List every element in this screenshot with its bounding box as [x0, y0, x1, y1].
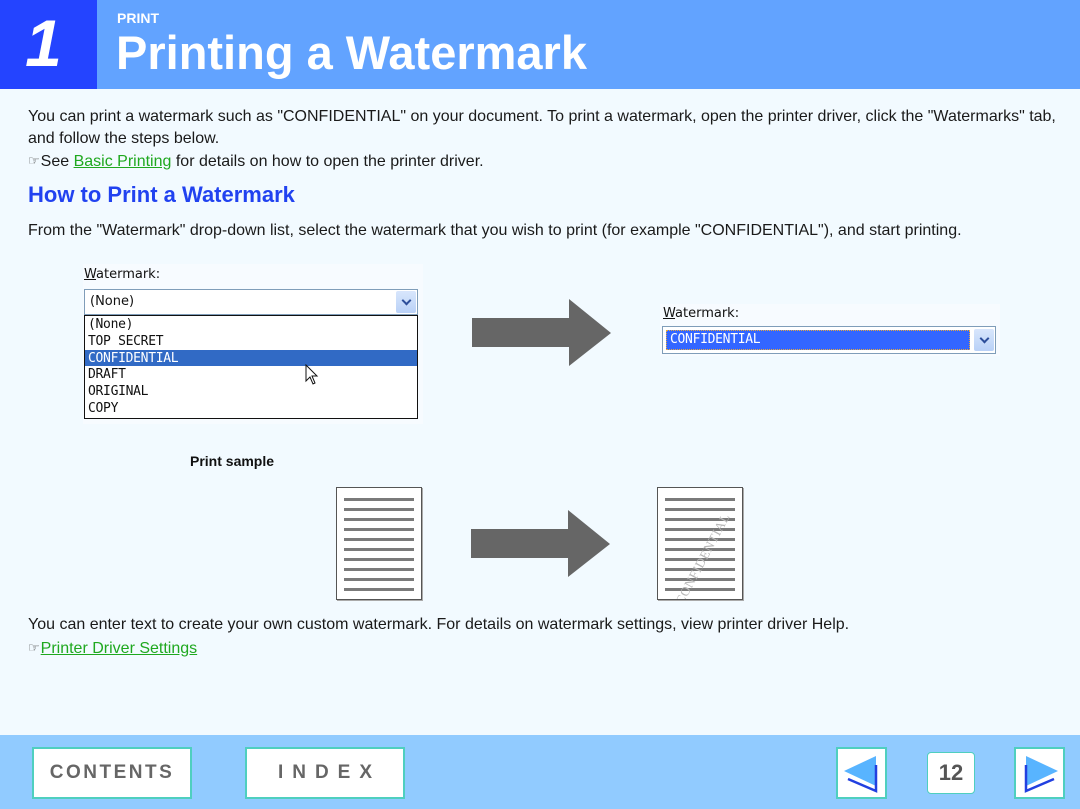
label-text: atermark: — [96, 267, 161, 282]
ref-suffix: for details on how to open the printer d… — [171, 153, 484, 170]
watermark-options-list: (None) TOP SECRET CONFIDENTIAL DRAFT ORI… — [84, 315, 418, 419]
watermark-option-highlighted[interactable]: CONFIDENTIAL — [85, 349, 417, 367]
ref-prefix: See — [40, 153, 74, 170]
printer-driver-settings-reference: ☞Printer Driver Settings — [28, 637, 197, 660]
pointing-hand-icon: ☞ — [28, 153, 40, 168]
watermark-option[interactable]: DRAFT — [85, 366, 417, 383]
watermark-option[interactable]: (None) — [85, 316, 417, 333]
section-heading: How to Print a Watermark — [28, 182, 295, 207]
watermark-select[interactable]: CONFIDENTIAL — [662, 326, 996, 354]
intro-paragraph: You can print a watermark such as "CONFI… — [28, 108, 1056, 147]
section-label: PRINT — [117, 10, 159, 26]
chevron-down-icon[interactable] — [396, 291, 416, 313]
label-text: atermark: — [675, 306, 740, 321]
custom-watermark-paragraph: You can enter text to create your own cu… — [28, 616, 850, 633]
previous-page-button[interactable] — [836, 747, 887, 799]
basic-printing-reference: ☞See Basic Printing for details on how t… — [28, 150, 1068, 173]
index-button[interactable]: INDEX — [245, 747, 405, 799]
mouse-cursor-icon — [305, 364, 319, 385]
label-accesskey: W — [663, 306, 676, 321]
watermark-dropdown-selected-illustration: Watermark: CONFIDENTIAL — [660, 304, 1000, 356]
watermark-dropdown-open-illustration: Watermark: (None) (None) TOP SECRET CONF… — [83, 264, 423, 424]
watermarked-page-icon: CONFIDENTIAL — [657, 487, 743, 600]
chapter-badge: 1 — [0, 0, 97, 89]
watermark-label: Watermark: — [84, 267, 160, 282]
footer-nav: CONTENTS INDEX 12 — [0, 735, 1080, 809]
chevron-down-icon[interactable] — [974, 329, 994, 351]
chapter-number: 1 — [25, 5, 62, 80]
next-page-icon — [1024, 756, 1058, 793]
watermark-option[interactable]: TOP SECRET — [85, 333, 417, 350]
page-title: Printing a Watermark — [116, 26, 587, 79]
watermark-option[interactable]: COPY — [85, 400, 417, 417]
page-number: 12 — [927, 752, 975, 794]
watermark-select-value: CONFIDENTIAL — [666, 330, 970, 350]
page-header: 1 PRINT Printing a Watermark — [0, 0, 1080, 89]
print-sample-label: Print sample — [190, 453, 275, 469]
watermark-select-value: (None) — [90, 294, 135, 309]
watermark-option[interactable]: ORIGINAL — [85, 383, 417, 400]
right-arrow-icon — [472, 299, 611, 366]
contents-button[interactable]: CONTENTS — [32, 747, 192, 799]
intro-section: You can print a watermark such as "CONFI… — [28, 106, 1068, 173]
pointing-hand-icon: ☞ — [28, 640, 40, 655]
basic-printing-link[interactable]: Basic Printing — [74, 153, 172, 170]
plain-page-icon — [336, 487, 422, 600]
label-accesskey: W — [84, 267, 97, 282]
howto-paragraph: From the "Watermark" drop-down list, sel… — [28, 222, 962, 239]
watermark-select[interactable]: (None) — [84, 289, 418, 315]
watermark-label: Watermark: — [663, 306, 739, 321]
previous-page-icon — [843, 756, 877, 793]
next-page-button[interactable] — [1014, 747, 1065, 799]
printer-driver-settings-link[interactable]: Printer Driver Settings — [41, 640, 198, 657]
right-arrow-icon — [471, 510, 610, 577]
